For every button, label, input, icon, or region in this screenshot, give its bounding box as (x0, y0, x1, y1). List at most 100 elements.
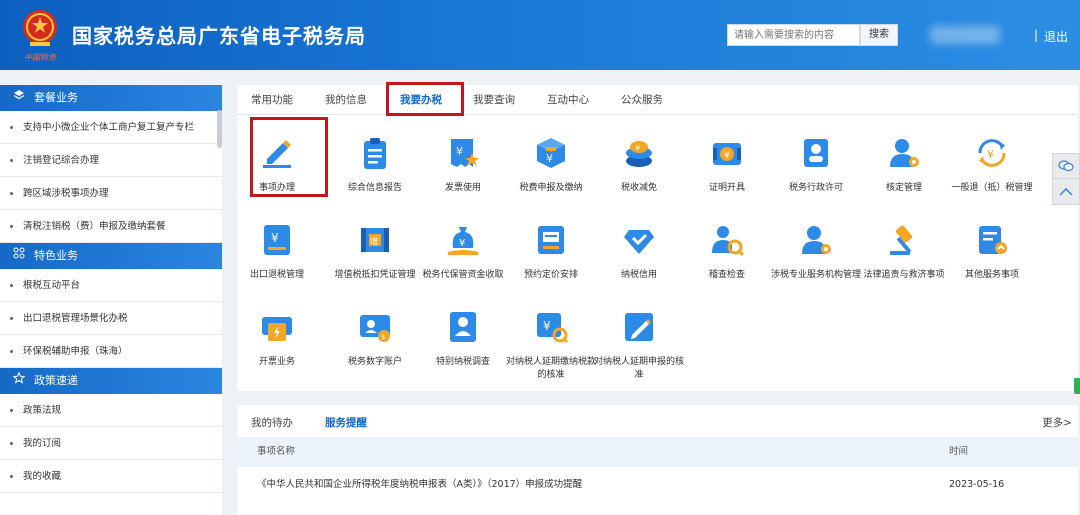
function-item[interactable]: 其他服务事项 (944, 222, 1040, 282)
floating-toolbar (1052, 153, 1080, 205)
tab-interaction[interactable]: 互动中心 (547, 85, 589, 115)
username-blurred (930, 26, 1000, 44)
function-label: 对纳税人延期申报的核准 (593, 357, 684, 380)
function-item[interactable]: ¥ 税费申报及缴纳 (503, 135, 599, 195)
function-label: 纳税信用 (620, 270, 657, 280)
sidebar: 套餐业务 支持中小微企业个体工商户复工复产专栏 注销登记综合办理 跨区域涉税事项… (0, 85, 222, 515)
special-investigation-icon (450, 312, 476, 342)
function-label: 增值税抵扣凭证管理 (334, 270, 416, 280)
function-item[interactable]: ¥ 发票使用 (415, 135, 511, 195)
function-item[interactable]: $ 税务数字账户 (327, 309, 423, 369)
item-highlight-box (250, 117, 328, 197)
function-item[interactable]: 纳税信用 (591, 222, 687, 282)
sidebar-item[interactable]: 我的订阅 (0, 427, 222, 460)
function-label: 税务代保管资金收取 (422, 270, 504, 280)
chat-icon[interactable] (1053, 154, 1079, 179)
credit-diamond-icon (624, 230, 654, 254)
function-label: 税费申报及缴纳 (519, 183, 583, 193)
function-item[interactable]: 预约定价安排 (503, 222, 599, 282)
function-item[interactable]: ¥ 出口退税管理 (229, 222, 325, 282)
function-item[interactable]: 特别纳税调查 (415, 309, 511, 369)
function-label: 对纳税人延期缴纳税款的核准 (505, 357, 596, 380)
inspect-icon (712, 226, 745, 257)
tab-query[interactable]: 我要查询 (473, 85, 515, 115)
logout-link[interactable]: 退出 (1044, 28, 1068, 45)
function-label: 一般退（抵）税管理 (951, 183, 1033, 193)
function-label: 其他服务事项 (964, 270, 1019, 280)
function-label: 发票使用 (444, 183, 481, 193)
sidebar-item[interactable]: 政策法规 (0, 394, 222, 427)
function-label: 稽查检查 (708, 270, 745, 280)
function-label: 证明开具 (708, 183, 745, 193)
row-name: 《中华人民共和国企业所得税年度纳税申报表（A类）》（2017）申报成功提醒 (257, 479, 583, 490)
svg-text:¥: ¥ (724, 151, 730, 161)
row-time: 2023-05-16 (949, 479, 1005, 490)
function-item[interactable]: 稽查检查 (679, 222, 775, 282)
function-item[interactable]: ¥ 证明开具 (679, 135, 775, 195)
function-item[interactable]: 涉税专业服务机构管理 (768, 222, 864, 282)
sidebar-section-title: 特色业务 (34, 249, 78, 262)
function-item[interactable]: 法律追责与救济事项 (856, 222, 952, 282)
function-item[interactable]: 税务行政许可 (768, 135, 864, 195)
user-gear-icon (890, 139, 919, 167)
function-item[interactable]: 开票业务 (229, 309, 325, 369)
license-icon (804, 139, 828, 167)
more-link[interactable]: 更多> (1042, 415, 1072, 430)
function-item[interactable]: ¥ 税务代保管资金收取 (415, 222, 511, 282)
clipboard-icon (364, 138, 386, 169)
defer-payment-icon: ¥ (537, 313, 569, 344)
sidebar-item[interactable]: 跨区域涉税事项办理 (0, 177, 222, 210)
sidebar-section-title: 政策速递 (34, 374, 78, 387)
sidebar-item[interactable]: 清税注销税（费）申报及缴纳套餐 (0, 210, 222, 243)
refund-icon: ¥ (978, 139, 1006, 167)
invoice-icon: ¥ (451, 139, 479, 167)
svg-text:¥: ¥ (271, 231, 279, 245)
sidebar-section-special[interactable]: 特色业务 (0, 243, 222, 269)
digital-account-icon: $ (360, 315, 390, 342)
other-service-icon (979, 226, 1007, 254)
function-label: 综合信息报告 (347, 183, 402, 193)
tab-common[interactable]: 常用功能 (251, 85, 293, 115)
tab-my-info[interactable]: 我的信息 (325, 85, 367, 115)
function-item[interactable]: 综合信息报告 (327, 135, 423, 195)
side-indicator (1074, 378, 1080, 394)
sidebar-item[interactable]: 支持中小微企业个体工商户复工复产专栏 (0, 111, 222, 144)
sidebar-item[interactable]: 我的收藏 (0, 460, 222, 493)
tab-public-service[interactable]: 公众服务 (621, 85, 663, 115)
table-row[interactable]: 《中华人民共和国企业所得税年度纳税申报表（A类）》（2017）申报成功提醒 20… (237, 470, 1078, 500)
function-item[interactable]: 对纳税人延期申报的核准 (591, 309, 687, 382)
agency-icon (802, 226, 831, 254)
certificate-icon: ¥ (713, 143, 741, 165)
svg-text:¥: ¥ (987, 148, 994, 161)
sidebar-item[interactable]: 出口退税管理场景化办税 (0, 302, 222, 335)
tab-bar: 常用功能 我的信息 我要办税 我要查询 互动中心 公众服务 (237, 85, 1078, 115)
function-item[interactable]: 核定管理 (856, 135, 952, 195)
vat-voucher-icon: 增 (361, 228, 389, 252)
svg-text:增: 增 (370, 236, 378, 246)
sidebar-item[interactable]: 环保税辅助申报（珠海） (0, 335, 222, 368)
sidebar-section-title: 套餐业务 (34, 91, 78, 104)
function-item[interactable]: 增增值税抵扣凭证管理 (327, 222, 423, 282)
sidebar-section-package[interactable]: 套餐业务 (0, 85, 222, 111)
tab-my-todo[interactable]: 我的待办 (251, 415, 293, 430)
back-to-top-icon[interactable] (1053, 179, 1079, 204)
column-header-name: 事项名称 (257, 446, 296, 457)
export-refund-icon: ¥ (264, 225, 290, 255)
star-icon (12, 368, 26, 394)
function-item[interactable]: ¥ 一般退（抵）税管理 (944, 135, 1040, 195)
sidebar-item[interactable]: 根税互动平台 (0, 269, 222, 302)
search-input[interactable] (727, 24, 860, 46)
function-item[interactable]: ¥ 对纳税人延期缴纳税款的核准 (503, 309, 599, 382)
tab-service-reminder[interactable]: 服务提醒 (325, 415, 367, 430)
function-label: 涉税专业服务机构管理 (770, 270, 861, 280)
search-button[interactable]: 搜索 (860, 24, 898, 46)
emblem-caption: 中国税务 (24, 53, 56, 62)
function-label: 税收减免 (620, 183, 657, 193)
function-label: 开票业务 (258, 357, 295, 367)
function-label: 特别纳税调查 (435, 357, 490, 367)
sidebar-section-policy[interactable]: 政策速递 (0, 368, 222, 394)
function-item[interactable]: ¥ 税收减免 (591, 135, 687, 195)
sidebar-item[interactable]: 注销登记综合办理 (0, 144, 222, 177)
sidebar-scrollbar[interactable] (217, 110, 222, 148)
header-separator: | (1034, 28, 1039, 42)
